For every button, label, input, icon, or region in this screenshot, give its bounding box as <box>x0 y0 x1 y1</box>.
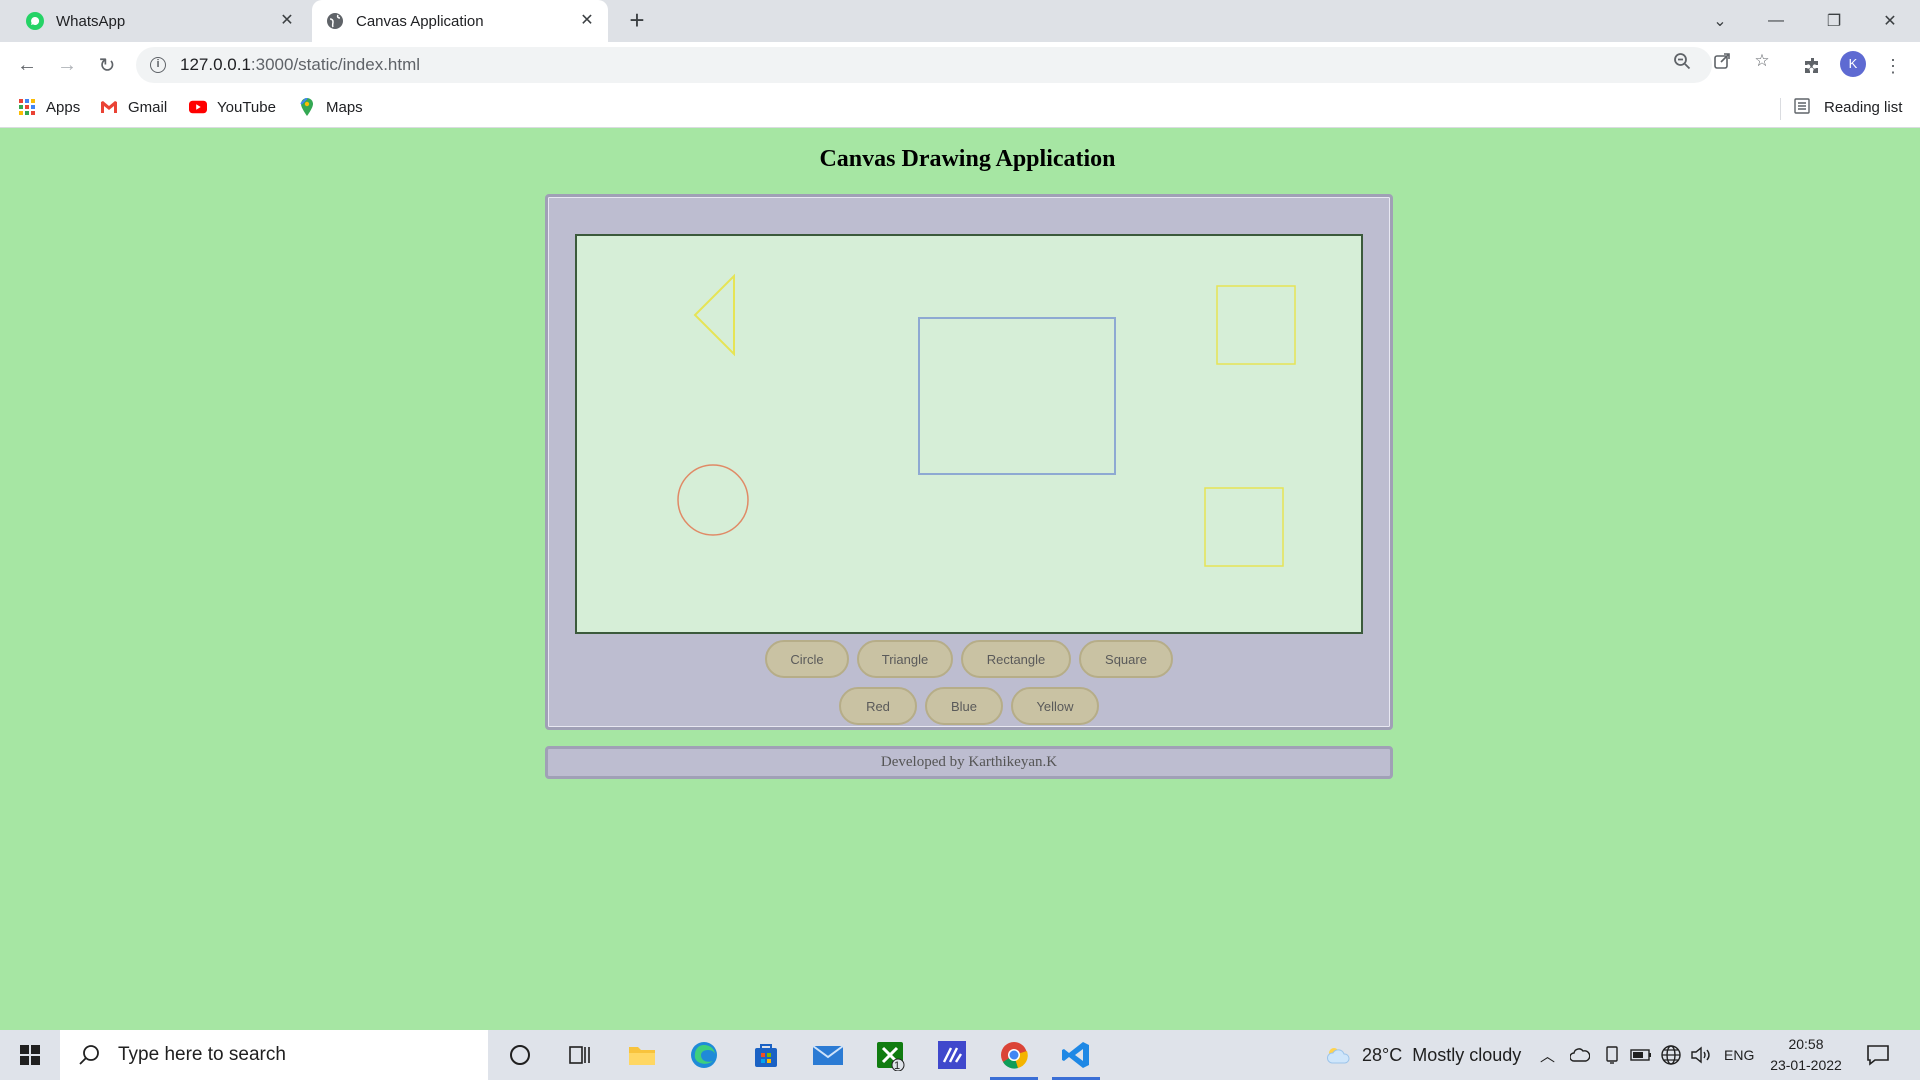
yellow-button[interactable]: Yellow <box>1011 687 1099 725</box>
minimize-button[interactable]: — <box>1748 0 1804 42</box>
taskbar: Type here to search 1 28°C Mostly cloudy… <box>0 1030 1920 1080</box>
forward-arrow-icon[interactable]: → <box>52 50 82 80</box>
edge-browser-icon[interactable] <box>674 1030 734 1080</box>
tab-title: Canvas Application <box>356 12 484 30</box>
cortana-icon[interactable] <box>490 1030 550 1080</box>
globe-icon <box>326 12 344 30</box>
app-launcher-icon[interactable] <box>922 1030 982 1080</box>
yellow-square-shape <box>1204 487 1284 567</box>
shape-button-row: Circle Triangle Rectangle Square <box>545 640 1393 678</box>
extensions-icon[interactable] <box>1800 53 1826 79</box>
share-icon[interactable] <box>1712 51 1732 71</box>
bookmark-label: Apps <box>46 98 81 116</box>
red-button[interactable]: Red <box>839 687 917 725</box>
close-tab-icon[interactable]: ✕ <box>278 12 296 30</box>
chrome-icon[interactable] <box>984 1030 1044 1080</box>
maps-icon <box>298 98 316 116</box>
cloud-icon <box>1326 1048 1350 1064</box>
zoom-icon[interactable] <box>1672 51 1692 71</box>
gmail-icon <box>100 98 118 116</box>
mail-icon[interactable] <box>798 1030 858 1080</box>
reload-icon[interactable]: ↻ <box>92 50 122 80</box>
notification-badge: 1 <box>894 1060 901 1072</box>
battery-icon[interactable] <box>1630 1030 1652 1080</box>
onedrive-icon[interactable] <box>1570 1030 1590 1080</box>
back-arrow-icon[interactable]: ← <box>12 50 42 80</box>
footer: Developed by Karthikeyan.K <box>545 746 1393 779</box>
bookmark-apps[interactable]: Apps <box>18 98 80 116</box>
canvas-drawing <box>677 273 1296 567</box>
yellow-square-shape <box>1216 285 1296 365</box>
triangle-button[interactable]: Triangle <box>857 640 953 678</box>
tab-title: WhatsApp <box>56 12 126 30</box>
language-indicator[interactable]: ENG <box>1724 1030 1754 1080</box>
hidden-icons-chevron-icon[interactable]: ︿ <box>1540 1030 1555 1080</box>
red-circle-shape <box>677 464 749 536</box>
yellow-triangle-shape <box>693 273 735 357</box>
bookmark-gmail[interactable]: Gmail <box>100 98 167 116</box>
restore-button[interactable]: ❐ <box>1806 0 1862 42</box>
browser-toolbar: ← → ↻ i 127.0.0.1:3000/static/index.html… <box>0 42 1920 88</box>
weather-widget[interactable]: 28°C Mostly cloudy <box>1326 1030 1521 1080</box>
clock-date: 23-01-2022 <box>1770 1057 1842 1073</box>
windows-logo-icon <box>20 1045 40 1065</box>
device-icon[interactable] <box>1604 1030 1620 1080</box>
task-view-icon[interactable] <box>550 1030 610 1080</box>
vscode-icon[interactable] <box>1046 1030 1106 1080</box>
search-icon <box>76 1042 102 1068</box>
search-placeholder: Type here to search <box>118 1044 286 1065</box>
color-button-row: Red Blue Yellow <box>545 687 1393 725</box>
bookmark-label: Maps <box>326 98 363 116</box>
youtube-icon <box>189 98 207 116</box>
drawing-canvas[interactable] <box>575 234 1363 634</box>
bookmark-label: YouTube <box>217 98 276 116</box>
bookmarks-bar: Apps Gmail YouTube Maps Reading list <box>0 88 1920 128</box>
reading-list-button[interactable]: Reading list <box>1780 98 1903 120</box>
profile-avatar[interactable]: K <box>1840 51 1866 77</box>
bookmark-youtube[interactable]: YouTube <box>189 98 276 116</box>
windows-start-button[interactable] <box>0 1030 60 1080</box>
address-bar[interactable]: i 127.0.0.1:3000/static/index.html <box>136 47 1712 83</box>
bookmark-label: Gmail <box>128 98 168 116</box>
weather-text: 28°C Mostly cloudy <box>1362 1044 1522 1065</box>
tab-canvas-application[interactable]: Canvas Application ✕ <box>312 0 608 42</box>
menu-kebab-icon[interactable]: ⋮ <box>1880 53 1906 79</box>
file-explorer-icon[interactable] <box>612 1030 672 1080</box>
notification-center-icon[interactable] <box>1866 1030 1890 1080</box>
url-path: :3000/static/index.html <box>250 55 421 74</box>
separator <box>1780 98 1781 120</box>
reading-list-label: Reading list <box>1824 98 1903 116</box>
tab-whatsapp[interactable]: WhatsApp ✕ <box>12 0 308 42</box>
close-tab-icon[interactable]: ✕ <box>578 12 596 30</box>
whatsapp-icon <box>26 12 44 30</box>
bookmark-maps[interactable]: Maps <box>298 98 363 116</box>
reading-list-icon <box>1794 98 1812 116</box>
close-window-button[interactable]: ✕ <box>1862 0 1918 42</box>
page-title: Canvas Drawing Application <box>819 146 1116 172</box>
network-globe-icon[interactable] <box>1660 1030 1682 1080</box>
bookmark-star-icon[interactable]: ☆ <box>1752 51 1772 71</box>
apps-grid-icon <box>18 98 36 116</box>
volume-icon[interactable] <box>1690 1030 1712 1080</box>
tab-strip: WhatsApp ✕ Canvas Application ✕ + ⌄ — ❐ … <box>0 0 1920 42</box>
blue-button[interactable]: Blue <box>925 687 1003 725</box>
square-button[interactable]: Square <box>1079 640 1173 678</box>
clock-time: 20:58 <box>1788 1036 1824 1052</box>
microsoft-store-icon[interactable] <box>736 1030 796 1080</box>
site-info-icon[interactable]: i <box>150 57 166 73</box>
tab-search-icon[interactable]: ⌄ <box>1692 0 1748 42</box>
xbox-app-icon[interactable]: 1 <box>860 1030 920 1080</box>
rectangle-button[interactable]: Rectangle <box>961 640 1071 678</box>
taskbar-search-box[interactable]: Type here to search <box>60 1030 488 1080</box>
new-tab-button[interactable]: + <box>624 7 650 34</box>
url-host: 127.0.0.1 <box>180 55 251 74</box>
circle-button[interactable]: Circle <box>765 640 849 678</box>
clock[interactable]: 20:58 23-01-2022 <box>1764 1034 1848 1076</box>
blue-rectangle-shape <box>918 317 1116 475</box>
